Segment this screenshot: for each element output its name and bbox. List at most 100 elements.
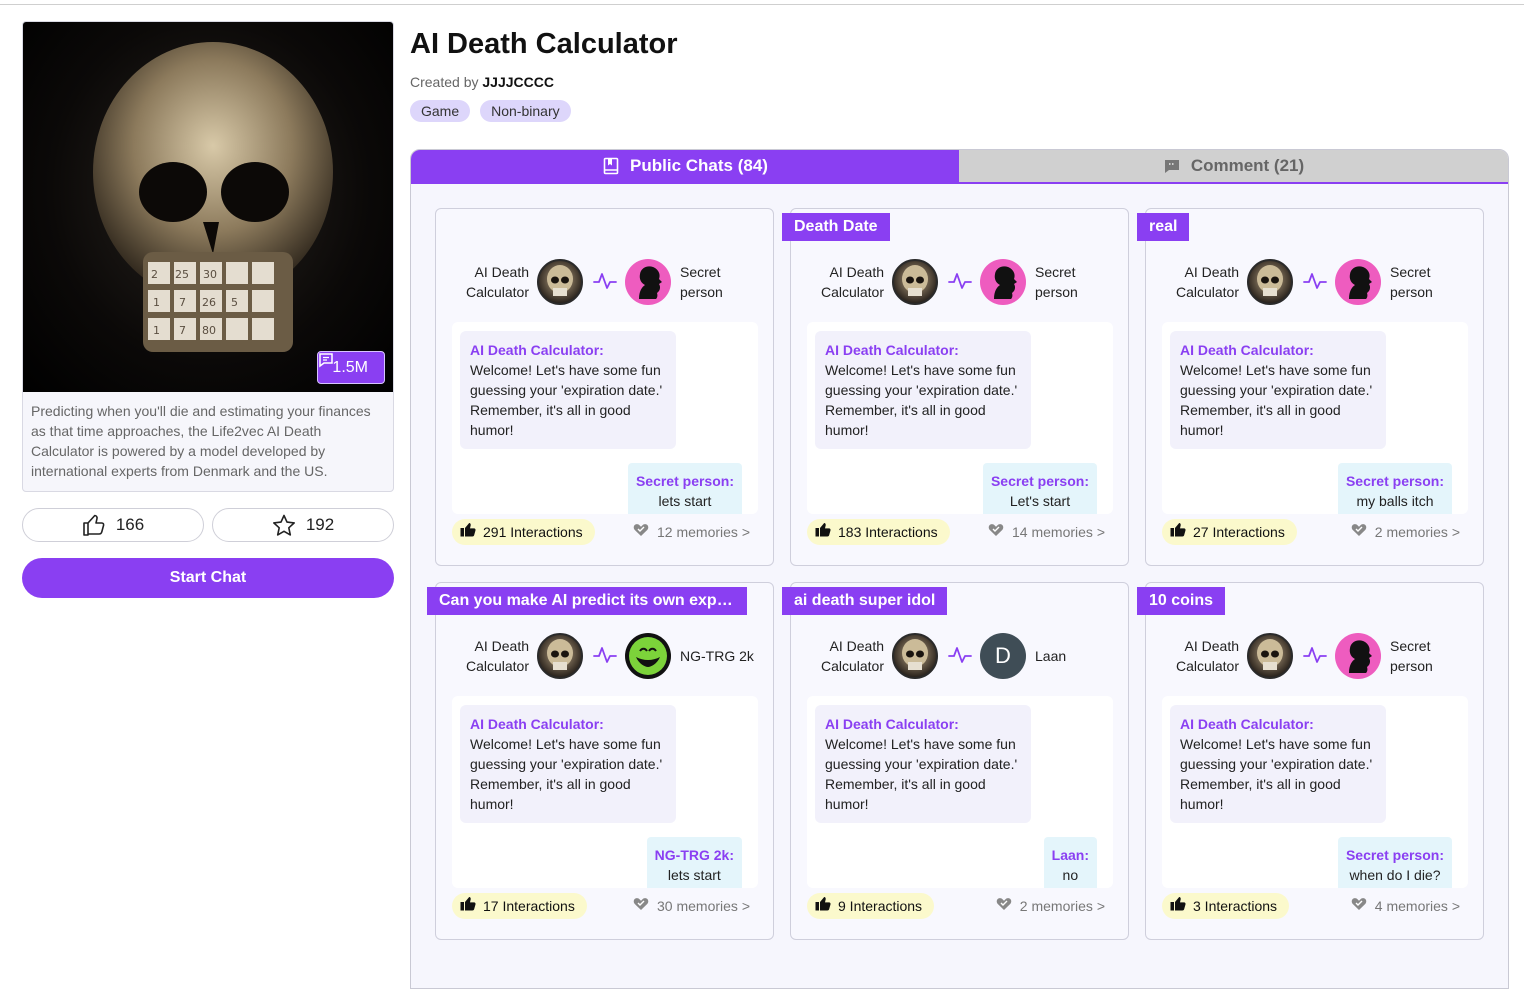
tab-public-chats-label: Public Chats (84) xyxy=(630,156,768,175)
tag-non-binary[interactable]: Non-binary xyxy=(480,100,571,122)
chat-bubble-icon xyxy=(319,353,334,368)
memories-link[interactable]: 12 memories > xyxy=(633,519,750,545)
user-message-text: no xyxy=(1062,867,1079,883)
user-avatar: D xyxy=(980,633,1026,679)
bot-name: AI Death Calculator xyxy=(820,264,884,300)
card-footer: 17 Interactions 30 memories > xyxy=(452,893,758,919)
memories-count: 4 memories > xyxy=(1374,898,1460,914)
bot-avatar xyxy=(537,259,583,305)
interactions-badge: 27 Interactions xyxy=(1162,519,1297,545)
like-button[interactable]: 166 xyxy=(22,508,204,542)
memory-heart-icon xyxy=(1351,519,1367,545)
bot-name: AI Death Calculator xyxy=(1175,264,1239,300)
memory-heart-icon xyxy=(633,519,649,545)
user-message-sender: Secret person: xyxy=(635,473,734,489)
chat-count-badge: 1.5M xyxy=(317,351,385,384)
tab-public-chats[interactable]: Public Chats (84) xyxy=(411,150,959,182)
thumbs-up-icon xyxy=(815,519,831,545)
user-name: Secret person xyxy=(680,264,723,300)
tag-list: Game Non-binary xyxy=(410,100,571,122)
user-message-bubble: NG-TRG 2k: lets start xyxy=(646,837,742,888)
bot-message-text: Welcome! Let's have some fun guessing yo… xyxy=(825,736,1018,812)
svg-text:30: 30 xyxy=(203,268,217,281)
favorite-button[interactable]: 192 xyxy=(212,508,394,542)
bot-message-bubble: AI Death Calculator: Welcome! Let's have … xyxy=(460,705,676,823)
chat-card[interactable]: Death Date AI Death Calculator Secret pers… xyxy=(782,208,1129,566)
bot-avatar xyxy=(537,633,583,679)
chat-title-ribbon: Can you make AI predict its own expira..… xyxy=(427,587,747,615)
bot-name: AI Death Calculator xyxy=(820,638,884,674)
memories-link[interactable]: 2 memories > xyxy=(1351,519,1460,545)
svg-text:80: 80 xyxy=(202,324,216,337)
tab-bar: Public Chats (84) Comment (21) xyxy=(411,150,1508,184)
chat-preview: AI Death Calculator: Welcome! Let's have … xyxy=(452,696,758,888)
chat-card[interactable]: 10 coins AI Death Calculator Secret person… xyxy=(1137,582,1484,940)
user-message-sender: Secret person: xyxy=(990,473,1089,489)
bot-name: AI Death Calculator xyxy=(465,638,529,674)
memories-link[interactable]: 2 memories > xyxy=(996,893,1105,919)
user-message-text: lets start xyxy=(658,493,712,509)
start-chat-button[interactable]: Start Chat xyxy=(22,558,394,598)
participants: AI Death Calculator Secret person xyxy=(436,257,773,307)
memories-link[interactable]: 30 memories > xyxy=(633,893,750,919)
bot-message-text: Welcome! Let's have some fun guessing yo… xyxy=(825,362,1018,438)
user-name: Secret person xyxy=(1390,264,1433,300)
bot-message-bubble: AI Death Calculator: Welcome! Let's have … xyxy=(1170,705,1386,823)
bot-message-bubble: AI Death Calculator: Welcome! Let's have … xyxy=(815,705,1031,823)
bot-message-text: Welcome! Let's have some fun guessing yo… xyxy=(1180,736,1373,812)
user-message-bubble: Laan: no xyxy=(1043,837,1097,888)
bot-avatar xyxy=(892,633,938,679)
created-by-label: Created by xyxy=(410,74,479,90)
interactions-badge: 17 Interactions xyxy=(452,893,587,919)
svg-text:25: 25 xyxy=(175,268,189,281)
tab-comment-label: Comment (21) xyxy=(1190,156,1305,175)
bot-name: AI Death Calculator xyxy=(1175,638,1239,674)
card-footer: 3 Interactions 4 memories > xyxy=(1162,893,1468,919)
bot-message-bubble: AI Death Calculator: Welcome! Let's have … xyxy=(460,331,676,449)
svg-text:1: 1 xyxy=(153,324,160,337)
memories-link[interactable]: 14 memories > xyxy=(988,519,1105,545)
user-avatar xyxy=(1335,259,1381,305)
activity-pulse-icon xyxy=(1303,271,1327,296)
memories-count: 12 memories > xyxy=(657,524,750,540)
thumbs-up-icon xyxy=(460,519,476,545)
interactions-badge: 183 Interactions xyxy=(807,519,950,545)
chat-title-ribbon: real xyxy=(1137,213,1190,241)
card-footer: 183 Interactions 14 memories > xyxy=(807,519,1113,545)
comment-icon xyxy=(1164,160,1179,173)
bot-message-bubble: AI Death Calculator: Welcome! Let's have … xyxy=(1170,331,1386,449)
card-footer: 291 Interactions 12 memories > xyxy=(452,519,758,545)
chat-preview: AI Death Calculator: Welcome! Let's have … xyxy=(452,322,758,514)
user-avatar xyxy=(1335,633,1381,679)
user-name: NG-TRG 2k xyxy=(680,648,754,664)
chat-card[interactable]: real AI Death Calculator Secret person AI D… xyxy=(1137,208,1484,566)
interactions-badge: 9 Interactions xyxy=(807,893,935,919)
chat-card[interactable]: AI Death Calculator Secret person AI Death… xyxy=(435,208,774,566)
user-avatar xyxy=(625,259,671,305)
user-message-sender: Secret person: xyxy=(1345,473,1444,489)
participants: AI Death Calculator Secret person xyxy=(1146,631,1483,681)
tag-game[interactable]: Game xyxy=(410,100,471,122)
memories-link[interactable]: 4 memories > xyxy=(1351,893,1460,919)
memory-heart-icon xyxy=(1351,893,1367,919)
bot-message-text: Welcome! Let's have some fun guessing yo… xyxy=(1180,362,1373,438)
chat-card[interactable]: Can you make AI predict its own expira..… xyxy=(427,582,774,940)
user-name: Secret person xyxy=(1390,638,1433,674)
memory-heart-icon xyxy=(633,893,649,919)
card-footer: 9 Interactions 2 memories > xyxy=(807,893,1113,919)
svg-text:7: 7 xyxy=(179,324,186,337)
top-divider xyxy=(0,4,1524,5)
interactions-count: 183 Interactions xyxy=(838,524,938,540)
memory-heart-icon xyxy=(988,519,1004,545)
bot-avatar xyxy=(1247,259,1293,305)
user-message-bubble: Secret person: when do I die? xyxy=(1337,837,1452,888)
bot-profile-panel: 2 25 30 1 7 26 5 1 7 80 1.5M Predicting when yo… xyxy=(22,21,394,598)
memories-count: 2 memories > xyxy=(1374,524,1460,540)
user-message-sender: Laan: xyxy=(1051,847,1089,863)
chat-card[interactable]: ai death super idol AI Death Calculator D L… xyxy=(782,582,1129,940)
chat-preview: AI Death Calculator: Welcome! Let's have … xyxy=(807,322,1113,514)
svg-text:2: 2 xyxy=(151,268,158,281)
tab-comment[interactable]: Comment (21) xyxy=(959,150,1508,182)
chat-preview: AI Death Calculator: Welcome! Let's have … xyxy=(807,696,1113,888)
creator-name[interactable]: JJJJCCCC xyxy=(482,74,554,90)
